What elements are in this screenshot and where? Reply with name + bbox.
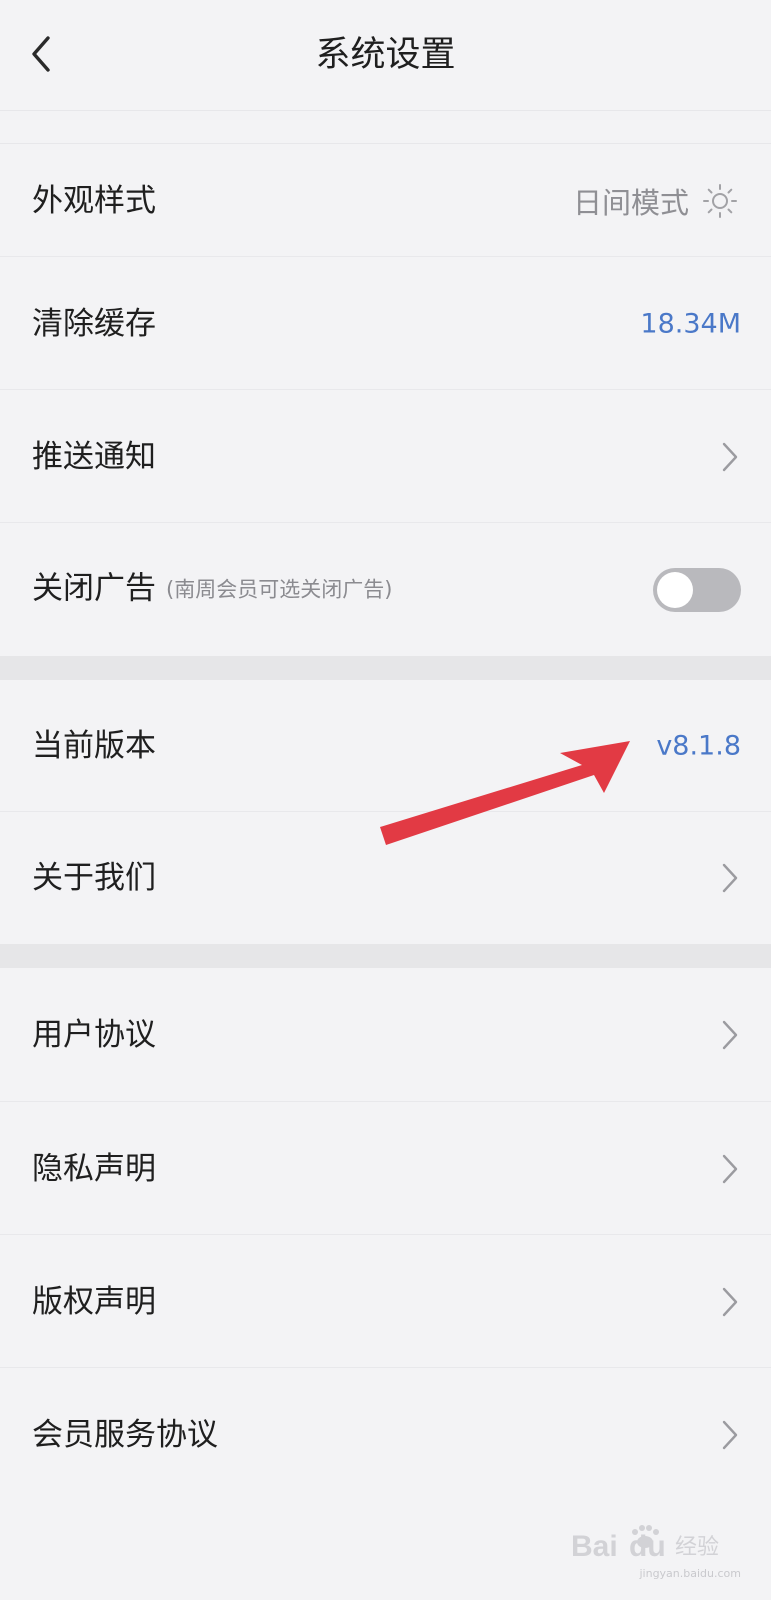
header-bar: 系统设置 <box>0 0 771 110</box>
copyright-label: 版权声明 <box>32 1283 156 1320</box>
appearance-label: 外观样式 <box>32 182 156 219</box>
section-gap <box>0 656 771 680</box>
user-agreement-row[interactable]: 用户协议 <box>0 968 771 1102</box>
current-version-label: 当前版本 <box>32 728 156 764</box>
svg-text:经验: 经验 <box>675 1535 719 1560</box>
close-ads-title: 关闭广告 <box>32 570 156 606</box>
close-ads-label: 关闭广告 (南周会员可选关闭广告) <box>32 568 392 611</box>
svg-text:Bai: Bai <box>571 1530 618 1563</box>
section-gap <box>0 944 771 968</box>
appearance-row[interactable]: 外观样式 日间模式 <box>0 144 771 257</box>
privacy-label: 隐私声明 <box>32 1150 156 1187</box>
member-agreement-row[interactable]: 会员服务协议 <box>0 1368 771 1501</box>
appearance-value: 日间模式 <box>572 185 689 220</box>
close-ads-row: 关闭广告 (南周会员可选关闭广告) <box>0 523 771 656</box>
clear-cache-label: 清除缓存 <box>32 305 156 342</box>
sun-icon <box>703 183 737 218</box>
page-title: 系统设置 <box>315 35 456 75</box>
current-version-row: 当前版本 v8.1.8 <box>0 680 771 812</box>
close-ads-hint: (南周会员可选关闭广告) <box>166 577 393 601</box>
about-us-label: 关于我们 <box>32 860 156 896</box>
push-notification-label: 推送通知 <box>32 438 156 475</box>
close-ads-toggle[interactable] <box>653 567 741 612</box>
baidu-watermark-logo: Bai du 经验 <box>571 1525 719 1563</box>
member-agreement-label: 会员服务协议 <box>32 1416 218 1453</box>
push-notification-row[interactable]: 推送通知 <box>0 390 771 523</box>
chevron-right-icon <box>722 863 738 893</box>
cache-size-value: 18.34M <box>640 308 741 339</box>
chevron-right-icon <box>722 1154 738 1183</box>
user-agreement-label: 用户协议 <box>32 1017 156 1053</box>
chevron-right-icon <box>722 442 738 471</box>
chevron-right-icon <box>722 1420 738 1449</box>
about-us-row[interactable]: 关于我们 <box>0 812 771 944</box>
chevron-right-icon <box>722 1020 738 1050</box>
toggle-knob <box>657 571 693 608</box>
svg-text:du: du <box>629 1530 666 1563</box>
clear-cache-row[interactable]: 清除缓存 18.34M <box>0 257 771 390</box>
divider <box>0 110 771 111</box>
copyright-row[interactable]: 版权声明 <box>0 1235 771 1368</box>
version-value: v8.1.8 <box>656 730 741 762</box>
chevron-right-icon <box>722 1287 738 1316</box>
privacy-row[interactable]: 隐私声明 <box>0 1102 771 1235</box>
watermark-url: jingyan.baidu.com <box>639 1567 741 1580</box>
